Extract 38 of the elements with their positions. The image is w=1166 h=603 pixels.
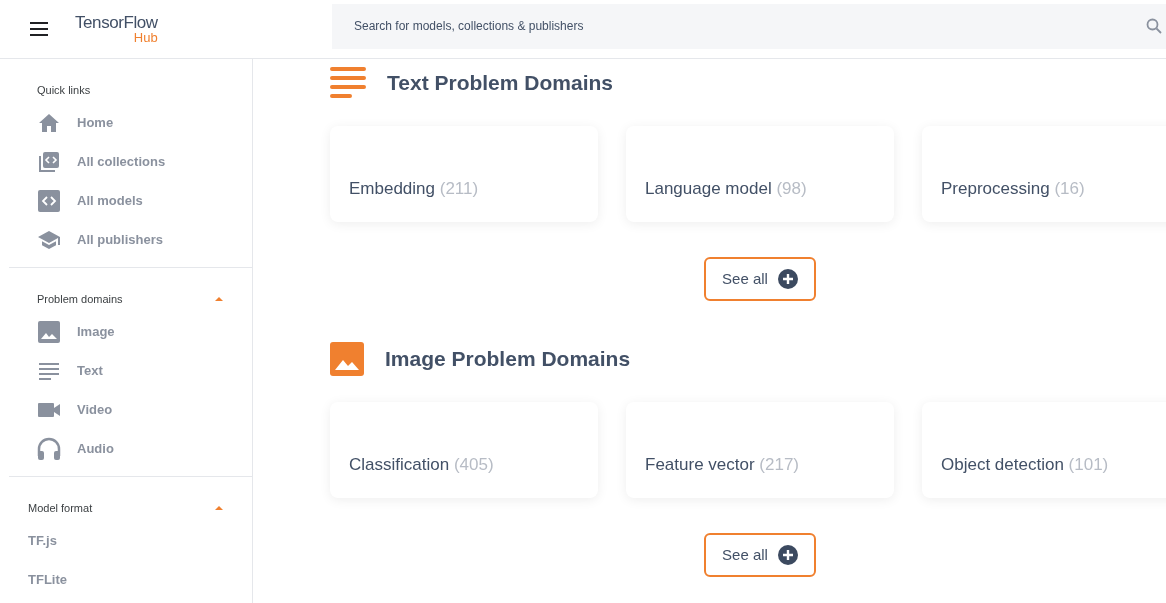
section-label: Quick links (37, 82, 91, 98)
menu-icon[interactable] (29, 22, 49, 36)
search-field[interactable]: Search for models, collections & publishers (332, 3, 1166, 49)
sidebar-link[interactable]: TFLite (28, 569, 67, 590)
sidebar-link[interactable]: Text (77, 360, 103, 381)
sidebar-link[interactable]: All publishers (77, 229, 163, 250)
domain-card[interactable]: Feature vector (217) (626, 402, 894, 498)
plus-icon (777, 545, 798, 565)
section-label: Model format (28, 500, 93, 516)
plus-icon (777, 269, 798, 289)
image-icon (37, 319, 61, 344)
code-icon (37, 188, 61, 213)
section-label: Problem domains (37, 291, 123, 307)
see-all-button[interactable]: See all (704, 533, 816, 577)
sidebar-link[interactable]: Audio (77, 438, 114, 459)
sidebar-link[interactable]: Video (77, 399, 113, 420)
sidebar-link[interactable]: Home (77, 112, 114, 133)
domain-card[interactable]: Object detection (101) (922, 402, 1166, 498)
see-all-button[interactable]: See all (704, 257, 816, 301)
sidebar-link[interactable]: TF.js (28, 530, 57, 551)
collapse-caret-icon[interactable] (214, 296, 224, 302)
domain-card[interactable]: Language model (98) (626, 126, 894, 222)
domain-card[interactable]: Embedding (211) (330, 126, 598, 222)
search-icon[interactable] (1146, 17, 1162, 34)
text-lines-icon (330, 66, 366, 100)
sidebar-link[interactable]: All collections (77, 151, 166, 172)
domain-card[interactable]: Classification (405) (330, 402, 598, 498)
collapse-caret-icon[interactable] (214, 505, 224, 511)
logo-subtitle: Hub (133, 31, 158, 44)
sidebar-link[interactable]: All models (77, 190, 143, 211)
section-heading: Image Problem Domains (385, 346, 631, 373)
image-icon (330, 342, 364, 376)
logo-text: TensorFlow (75, 14, 158, 31)
collections-icon (37, 149, 61, 174)
domain-card[interactable]: Preprocessing (16) (922, 126, 1166, 222)
headphones-icon (37, 436, 61, 461)
sidebar-link[interactable]: Image (77, 321, 115, 342)
section-heading: Text Problem Domains (387, 70, 613, 97)
